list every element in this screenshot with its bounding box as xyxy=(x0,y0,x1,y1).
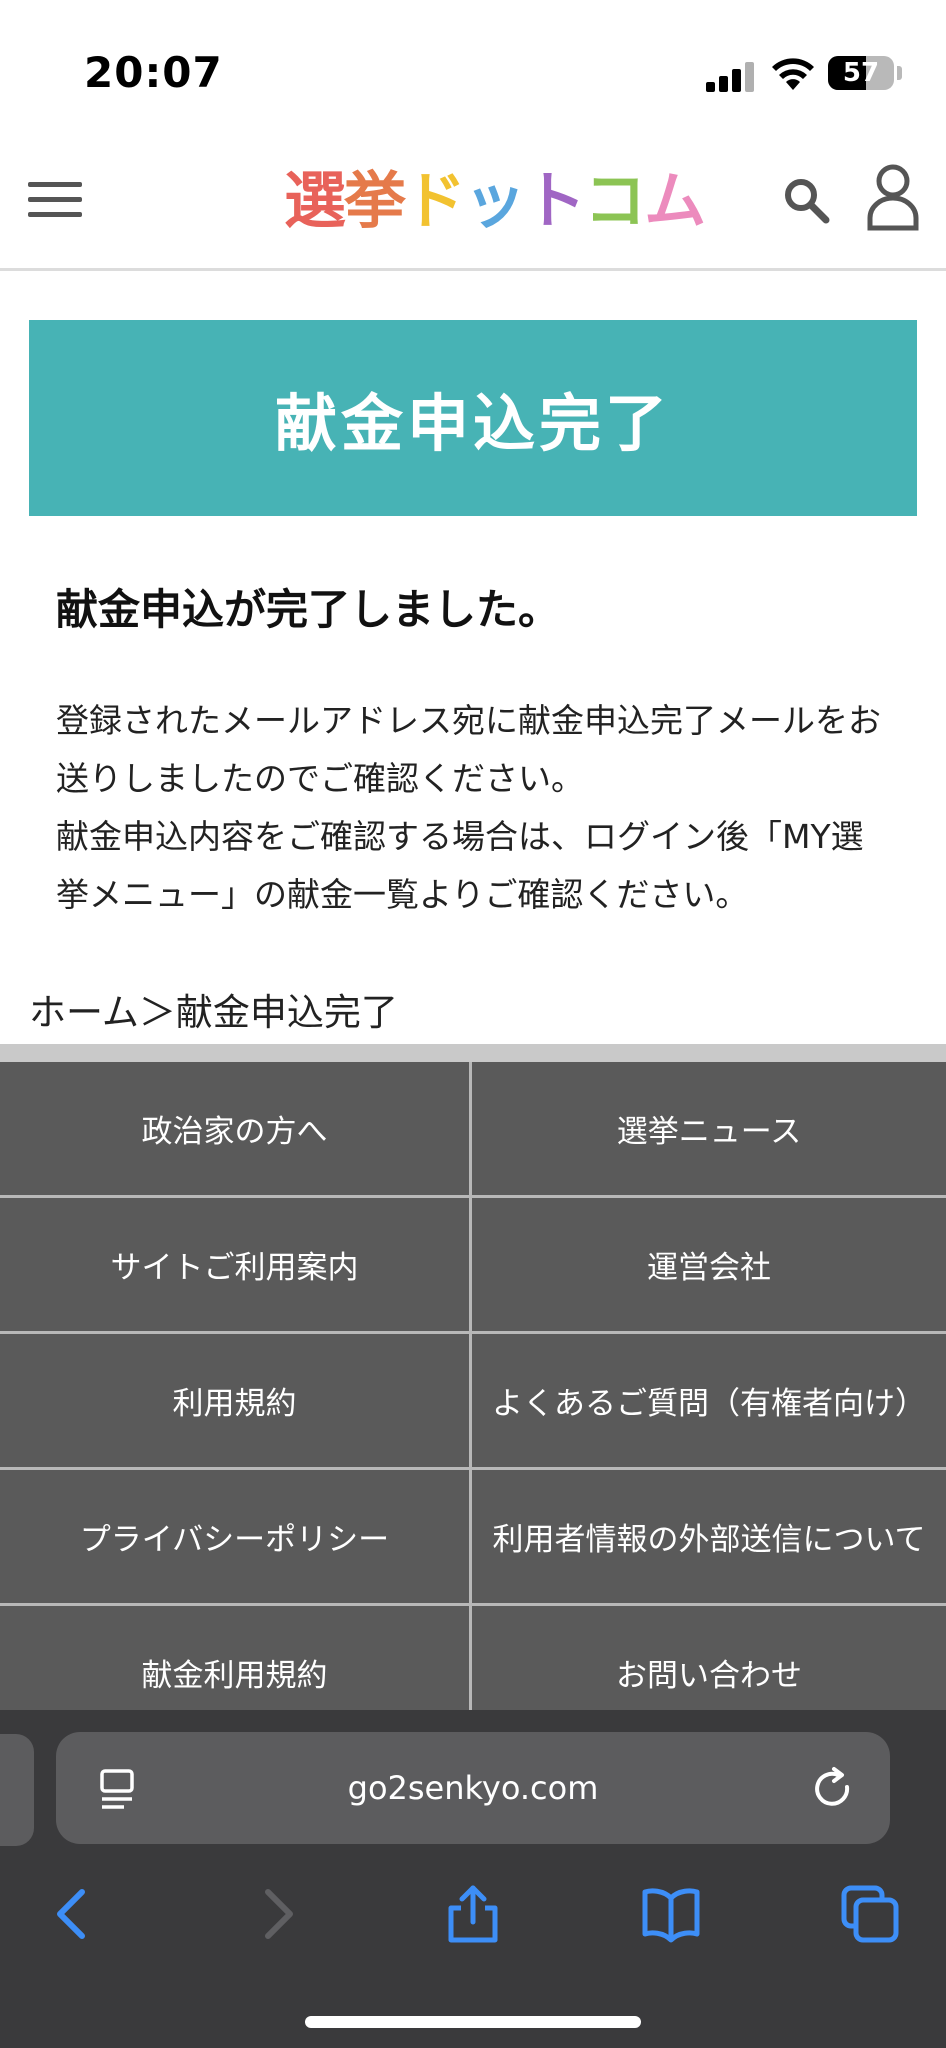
browser-toolbar: go2senkyo.com xyxy=(0,1710,946,2048)
footer-link-contact[interactable]: お問い合わせ xyxy=(472,1606,946,1714)
footer-links: 政治家の方へ 選挙ニュース サイトご利用案内 運営会社 利用規約 よくあるご質問… xyxy=(0,1062,946,1714)
footer-link-external-transmission[interactable]: 利用者情報の外部送信について xyxy=(472,1470,946,1606)
previous-tab-preview[interactable] xyxy=(0,1734,34,1846)
share-icon[interactable] xyxy=(443,1884,503,1944)
completion-heading: 献金申込が完了しました。 xyxy=(56,585,561,634)
wifi-icon xyxy=(772,58,814,90)
browser-nav-row xyxy=(0,1866,946,1966)
battery-icon: 57 xyxy=(828,56,894,90)
message-line-1: 登録されたメールアドレス宛に献金申込完了メールをお送りしましたのでご確認ください… xyxy=(56,701,881,798)
forward-chevron-icon[interactable] xyxy=(246,1884,306,1944)
page-title: 献金申込完了 xyxy=(274,387,671,460)
status-time: 20:07 xyxy=(84,48,223,97)
logo-char: 選 xyxy=(284,164,346,237)
site-header: 選挙ドットコム xyxy=(0,140,946,271)
logo-char: コ xyxy=(584,164,646,237)
user-icon[interactable] xyxy=(866,162,920,232)
battery-tip xyxy=(897,66,902,80)
logo-char: ッ xyxy=(464,164,526,237)
cellular-signal-icon xyxy=(706,62,756,92)
bookmarks-icon[interactable] xyxy=(641,1884,701,1944)
footer: 政治家の方へ 選挙ニュース サイトご利用案内 運営会社 利用規約 よくあるご質問… xyxy=(0,1044,946,1714)
footer-link-terms[interactable]: 利用規約 xyxy=(0,1334,472,1470)
footer-link-site-guide[interactable]: サイトご利用案内 xyxy=(0,1198,472,1334)
page-title-banner: 献金申込完了 xyxy=(29,320,917,516)
hamburger-menu-icon[interactable] xyxy=(28,180,82,220)
url-text: go2senkyo.com xyxy=(347,1769,599,1807)
logo-char: ド xyxy=(404,164,466,237)
logo-char: 挙 xyxy=(344,164,406,237)
footer-link-election-news[interactable]: 選挙ニュース xyxy=(472,1062,946,1198)
back-chevron-icon[interactable] xyxy=(44,1884,104,1944)
breadcrumb-separator: ＞ xyxy=(138,991,176,1034)
reload-icon[interactable] xyxy=(810,1766,856,1812)
footer-link-donation-terms[interactable]: 献金利用規約 xyxy=(0,1606,472,1714)
footer-link-privacy[interactable]: プライバシーポリシー xyxy=(0,1470,472,1606)
home-indicator xyxy=(305,2016,641,2028)
logo-char: ト xyxy=(524,164,586,237)
message-line-2: 献金申込内容をご確認する場合は、ログイン後「MY選挙メニュー」の献金一覧よりご確… xyxy=(56,817,864,914)
breadcrumb: ホーム＞献金申込完了 xyxy=(29,982,398,1036)
battery-percent: 57 xyxy=(842,58,880,88)
footer-link-company[interactable]: 運営会社 xyxy=(472,1198,946,1334)
search-icon[interactable] xyxy=(780,174,832,226)
logo-char: ム xyxy=(644,164,706,237)
breadcrumb-home-link[interactable]: ホーム xyxy=(29,991,139,1034)
status-bar: 20:07 57 xyxy=(0,0,946,140)
address-bar[interactable]: go2senkyo.com xyxy=(56,1732,890,1844)
tabs-icon[interactable] xyxy=(840,1884,900,1944)
breadcrumb-current: 献金申込完了 xyxy=(175,991,398,1034)
site-logo[interactable]: 選挙ドットコム xyxy=(284,164,706,237)
footer-link-for-politicians[interactable]: 政治家の方へ xyxy=(0,1062,472,1198)
footer-link-faq[interactable]: よくあるご質問（有権者向け） xyxy=(472,1334,946,1470)
completion-message: 登録されたメールアドレス宛に献金申込完了メールをお送りしましたのでご確認ください… xyxy=(56,692,896,924)
